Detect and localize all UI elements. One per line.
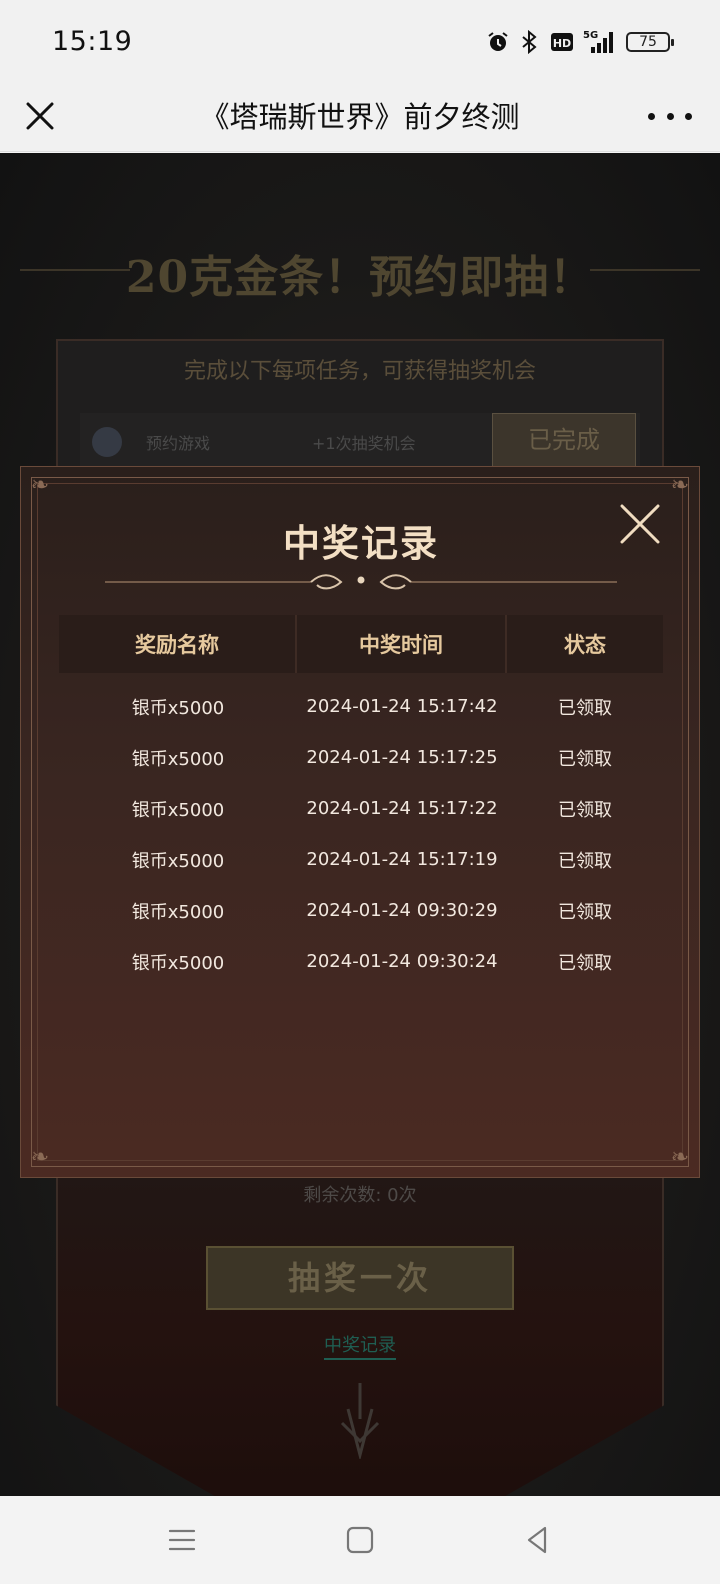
remaining-count: 剩余次数: 0次 [303, 1185, 417, 1206]
title-bar: 《塔瑞斯世界》前夕终测 [0, 80, 720, 152]
corner-ornament-icon: ❧ [30, 1145, 50, 1170]
status-cell: 已领取 [558, 799, 612, 821]
corner-ornament-icon: ❧ [670, 473, 690, 498]
time-cell: 2024-01-24 15:17:25 [306, 747, 498, 768]
menu-icon[interactable] [162, 1520, 202, 1560]
task-name: 预约游戏 [146, 434, 211, 453]
corner-ornament-icon: ❧ [670, 1145, 690, 1170]
modal-close-icon[interactable] [617, 501, 663, 547]
status-cell: 已领取 [558, 901, 612, 923]
status-cell: 已领取 [558, 697, 612, 719]
table-body: 银币x5000 2024-01-24 15:17:42 已领取 银币x5000 … [59, 681, 663, 987]
status-cell: 已领取 [558, 748, 612, 770]
status-bar: 15:19 HD 5G 75 [0, 0, 720, 80]
win-record-modal: ❧ ❧ ❧ ❧ 中奖记录 奖励名称 中奖时间 状态 银币x5000 2024-0… [20, 466, 700, 1178]
status-icons: HD 5G 75 [486, 28, 674, 56]
table-row: 银币x5000 2024-01-24 15:17:42 已领取 [59, 681, 663, 732]
down-arrow-icon [338, 1379, 382, 1461]
close-icon[interactable] [18, 94, 62, 138]
task-reward: +1次抽奖机会 [312, 434, 416, 453]
bluetooth-icon [519, 30, 541, 54]
prize-cell: 银币x5000 [131, 952, 225, 974]
status-cell: 已领取 [558, 850, 612, 872]
hd-icon: HD [550, 31, 574, 53]
title-divider-ornament [105, 567, 617, 597]
table-row: 银币x5000 2024-01-24 09:30:29 已领取 [59, 885, 663, 936]
draw-once-button[interactable]: 抽奖一次 [206, 1246, 514, 1310]
table-header: 奖励名称 中奖时间 状态 [59, 615, 663, 673]
svg-text:HD: HD [553, 37, 571, 50]
page-title: 《塔瑞斯世界》前夕终测 [200, 100, 520, 134]
prize-cell: 银币x5000 [131, 697, 225, 719]
home-icon[interactable] [340, 1520, 380, 1560]
column-header-time: 中奖时间 [297, 615, 507, 673]
time-cell: 2024-01-24 15:17:19 [306, 849, 498, 870]
clock-icon [92, 427, 122, 457]
prize-cell: 银币x5000 [131, 799, 225, 821]
more-icon[interactable] [648, 100, 692, 132]
status-time: 15:19 [52, 26, 133, 57]
win-record-link[interactable]: 中奖记录 [0, 1331, 720, 1360]
system-nav-bar [0, 1496, 720, 1584]
time-cell: 2024-01-24 09:30:24 [306, 951, 498, 972]
task-completed-button[interactable]: 已完成 [492, 413, 636, 467]
prize-cell: 银币x5000 [131, 850, 225, 872]
table-row: 银币x5000 2024-01-24 09:30:24 已领取 [59, 936, 663, 987]
status-cell: 已领取 [558, 952, 612, 974]
battery-icon: 75 [626, 32, 674, 52]
table-row: 银币x5000 2024-01-24 15:17:22 已领取 [59, 783, 663, 834]
promo-headline: 20克金条！预约即抽！ [125, 252, 595, 303]
5g-signal-icon: 5G [583, 29, 617, 55]
column-header-prize: 奖励名称 [59, 615, 297, 673]
table-row: 银币x5000 2024-01-24 15:17:19 已领取 [59, 834, 663, 885]
alarm-icon [486, 30, 510, 54]
prize-cell: 银币x5000 [131, 748, 225, 770]
corner-ornament-icon: ❧ [30, 473, 50, 498]
time-cell: 2024-01-24 09:30:29 [306, 900, 498, 921]
time-cell: 2024-01-24 15:17:22 [306, 798, 498, 819]
column-header-status: 状态 [564, 633, 606, 657]
back-icon[interactable] [518, 1520, 558, 1560]
modal-title: 中奖记录 [283, 522, 439, 565]
svg-text:5G: 5G [583, 30, 598, 41]
win-record-table: 奖励名称 中奖时间 状态 银币x5000 2024-01-24 15:17:42… [59, 615, 663, 987]
table-row: 银币x5000 2024-01-24 15:17:25 已领取 [59, 732, 663, 783]
prize-cell: 银币x5000 [131, 901, 225, 923]
task-subtitle: 完成以下每项任务，可获得抽奖机会 [183, 359, 536, 384]
time-cell: 2024-01-24 15:17:42 [306, 696, 498, 717]
